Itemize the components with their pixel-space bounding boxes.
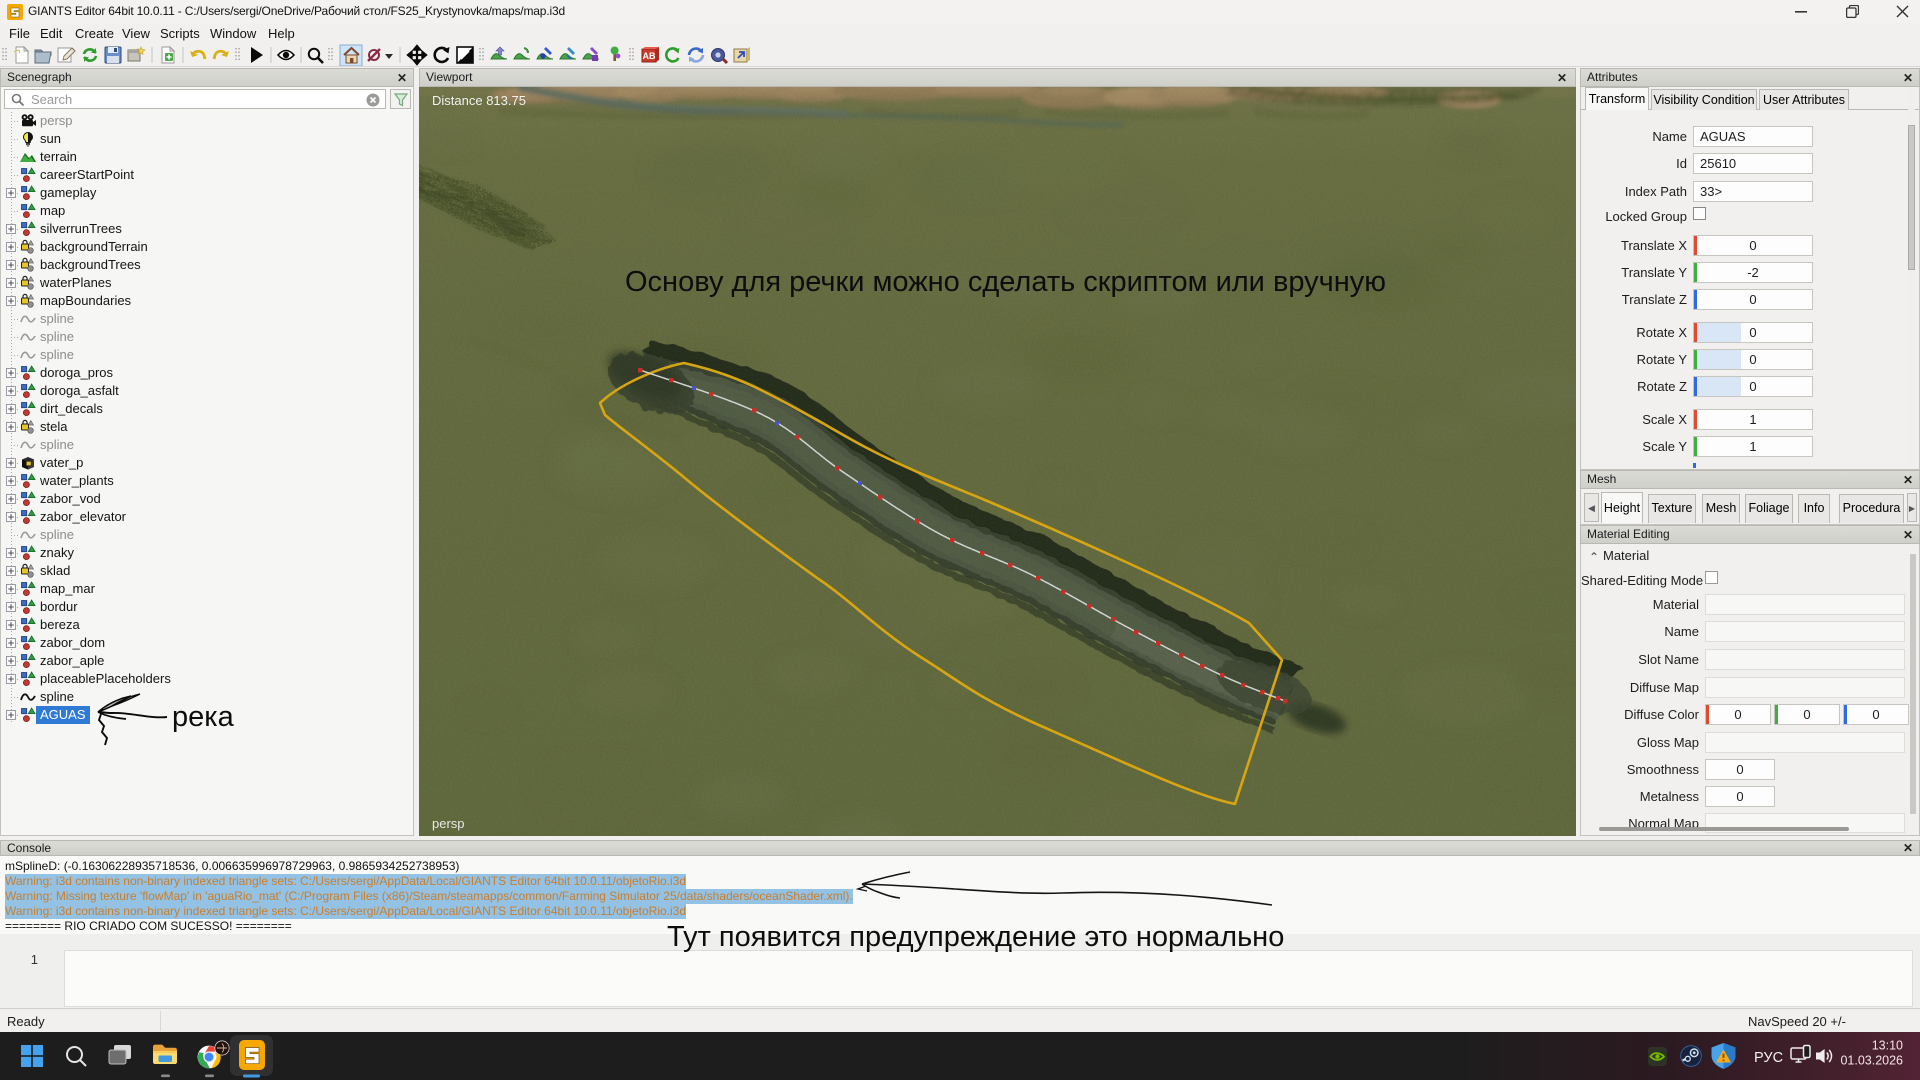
svg-text:13:10: 13:10 [1872, 1039, 1903, 1053]
svg-text:01.03.2026: 01.03.2026 [1840, 1054, 1903, 1068]
svg-text:AB: AB [643, 51, 656, 61]
svg-text:persp: persp [432, 816, 465, 831]
svg-text:РУС: РУС [1754, 1050, 1783, 1066]
svg-text:Distance 813.75: Distance 813.75 [432, 93, 526, 108]
